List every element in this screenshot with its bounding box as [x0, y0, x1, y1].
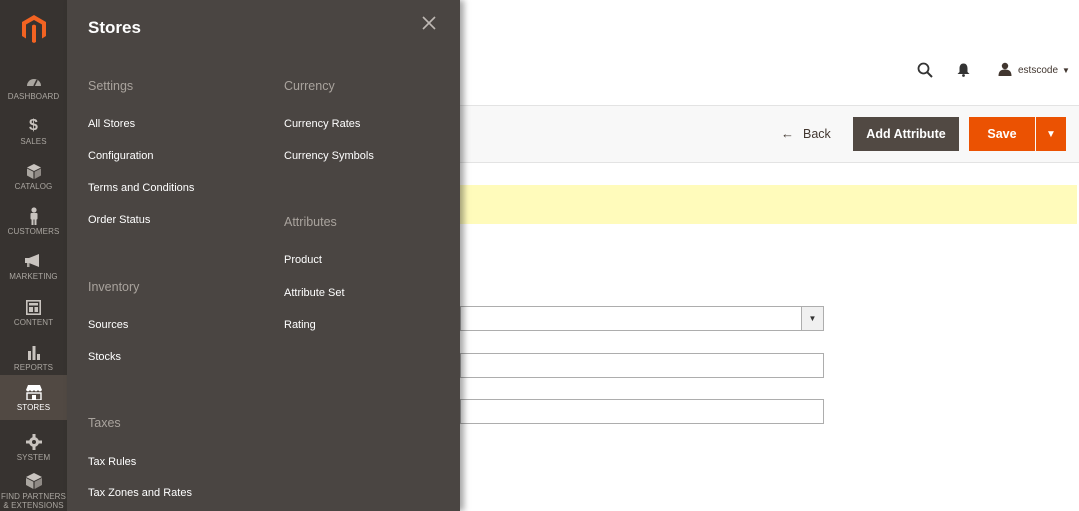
menu-link-currency-rates[interactable]: Currency Rates	[284, 118, 360, 130]
nav-label: CATALOG	[14, 182, 53, 191]
text-field[interactable]	[460, 353, 824, 378]
nav-item-content[interactable]: CONTENT	[0, 290, 67, 335]
menu-link-product[interactable]: Product	[284, 254, 322, 266]
magento-logo-icon[interactable]	[0, 0, 67, 58]
dollar-icon: $	[29, 117, 38, 134]
save-options-toggle[interactable]: ▼	[1036, 117, 1066, 151]
menu-link-all-stores[interactable]: All Stores	[88, 118, 135, 130]
menu-link-sources[interactable]: Sources	[88, 319, 128, 331]
text-field[interactable]	[460, 399, 824, 424]
nav-item-dashboard[interactable]: DASHBOARD	[0, 64, 67, 109]
nav-item-sales[interactable]: $ SALES	[0, 109, 67, 154]
menu-link-configuration[interactable]: Configuration	[88, 150, 153, 162]
back-button[interactable]: ← Back	[781, 126, 831, 141]
admin-page: DASHBOARD $ SALES CATALOG CUSTOMERS MARK…	[0, 0, 1079, 511]
gear-icon	[25, 433, 43, 451]
chevron-down-icon[interactable]: ▼	[801, 307, 823, 330]
nav-label: STORES	[16, 403, 51, 412]
nav-label: & EXTENSIONS	[3, 501, 64, 510]
nav-item-customers[interactable]: CUSTOMERS	[0, 199, 67, 244]
megaphone-icon	[25, 252, 43, 270]
puzzle-cube-icon	[25, 472, 43, 490]
select-field[interactable]: ▼	[460, 306, 824, 331]
dashboard-icon	[25, 72, 43, 90]
menu-link-currency-symbols[interactable]: Currency Symbols	[284, 150, 374, 162]
nav-label: DASHBOARD	[7, 92, 60, 101]
menu-link-order-status[interactable]: Order Status	[88, 214, 150, 226]
nav-item-marketing[interactable]: MARKETING	[0, 244, 67, 289]
back-label: Back	[803, 126, 831, 141]
nav-label: CONTENT	[13, 318, 54, 327]
section-title-attributes: Attributes	[284, 215, 337, 229]
nav-item-stores[interactable]: STORES	[0, 375, 67, 420]
nav-item-find-partners[interactable]: FIND PARTNERS & EXTENSIONS	[0, 468, 67, 511]
chevron-down-icon: ▼	[1062, 66, 1070, 75]
bar-chart-icon	[25, 343, 43, 361]
person-icon	[25, 207, 43, 225]
nav-label: SALES	[20, 137, 47, 146]
section-title-taxes: Taxes	[88, 416, 121, 430]
storefront-icon	[25, 383, 43, 401]
cube-icon	[25, 162, 43, 180]
section-title-inventory: Inventory	[88, 280, 140, 294]
bell-icon[interactable]	[957, 63, 970, 82]
nav-label: SYSTEM	[16, 453, 51, 462]
nav-label: MARKETING	[9, 272, 58, 281]
nav-label: CUSTOMERS	[7, 227, 60, 236]
admin-sidebar: DASHBOARD $ SALES CATALOG CUSTOMERS MARK…	[0, 0, 67, 511]
menu-link-tax-zones-and-rates[interactable]: Tax Zones and Rates	[88, 487, 192, 499]
stores-flyout-menu: Stores Settings All Stores Configuration…	[67, 0, 460, 511]
menu-link-attribute-set[interactable]: Attribute Set	[284, 287, 345, 299]
close-icon[interactable]	[422, 16, 440, 34]
save-button[interactable]: Save	[969, 117, 1035, 151]
content-icon	[25, 298, 43, 316]
nav-item-catalog[interactable]: CATALOG	[0, 154, 67, 199]
nav-item-system[interactable]: SYSTEM	[0, 425, 67, 470]
section-title-currency: Currency	[284, 79, 335, 93]
menu-link-rating[interactable]: Rating	[284, 319, 316, 331]
user-menu[interactable]: estscode ▼	[998, 62, 1070, 79]
message-notice	[460, 185, 1077, 224]
nav-label: FIND PARTNERS	[0, 492, 66, 501]
menu-link-stocks[interactable]: Stocks	[88, 351, 121, 363]
flyout-title: Stores	[88, 18, 141, 37]
user-name: estscode	[1018, 65, 1059, 76]
nav-item-reports[interactable]: REPORTS	[0, 335, 67, 380]
menu-link-tax-rules[interactable]: Tax Rules	[88, 456, 136, 468]
menu-link-terms-and-conditions[interactable]: Terms and Conditions	[88, 182, 194, 194]
add-attribute-button[interactable]: Add Attribute	[853, 117, 959, 151]
nav-label: REPORTS	[13, 363, 54, 372]
section-title-settings: Settings	[88, 79, 134, 93]
arrow-left-icon: ←	[781, 126, 794, 141]
chevron-down-icon: ▼	[1046, 128, 1056, 140]
search-icon[interactable]	[917, 62, 933, 83]
user-icon	[998, 62, 1012, 79]
